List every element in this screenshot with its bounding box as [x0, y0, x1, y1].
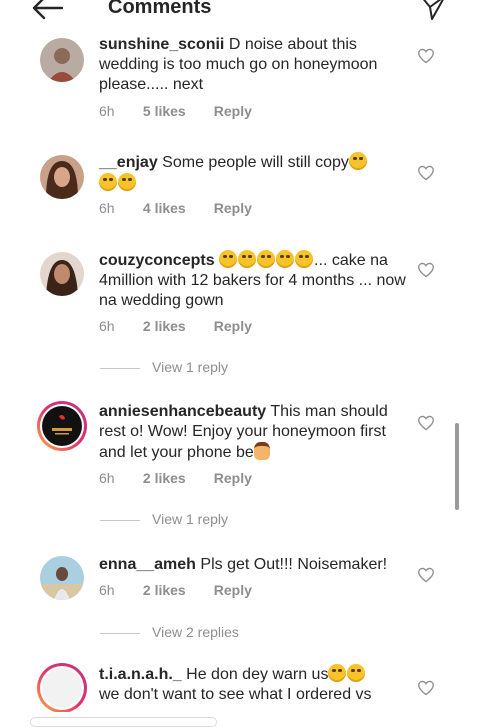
avatar[interactable] — [37, 401, 87, 451]
comment-username[interactable]: couzyconcepts — [99, 252, 215, 269]
comment-text: Some people will still copy — [162, 154, 349, 171]
comment-meta: 6h 2 likes Reply — [99, 470, 252, 486]
likes-count[interactable]: 4 likes — [143, 200, 210, 216]
comment-time: 6h — [99, 582, 115, 598]
avatar[interactable] — [40, 556, 84, 600]
comment-username[interactable]: t.i.a.n.a.h._ — [99, 666, 182, 683]
comment-meta: 6h 2 likes Reply — [99, 318, 252, 334]
avatar[interactable] — [40, 155, 84, 199]
heart-icon[interactable] — [417, 415, 435, 431]
tears-of-joy-emoji-icon — [295, 250, 314, 268]
reply-divider-line — [100, 367, 140, 369]
comment-username[interactable]: enna__ameh — [99, 556, 196, 573]
comment-text: Pls get Out!!! Noisemaker! — [200, 556, 388, 573]
reply-divider-line — [100, 632, 140, 634]
tears-of-joy-emoji-icon — [276, 250, 295, 268]
tears-of-joy-emoji-icon — [118, 173, 136, 191]
view-replies-link[interactable]: View 1 reply — [100, 511, 228, 531]
reply-button[interactable]: Reply — [214, 470, 252, 486]
likes-count[interactable]: 2 likes — [143, 318, 210, 334]
view-replies-link[interactable]: View 2 replies — [100, 624, 239, 644]
heart-icon[interactable] — [417, 48, 435, 64]
reply-button[interactable]: Reply — [214, 318, 252, 334]
comment-meta: 6h 2 likes Reply — [99, 582, 252, 598]
comment-input-pill[interactable] — [30, 717, 217, 727]
tears-of-joy-emoji-icon — [219, 250, 238, 268]
tears-of-joy-emoji-icon — [257, 250, 276, 268]
comment-text-line2: we don't want to see what I ordered vs — [99, 686, 372, 703]
view-replies-label: View 1 reply — [152, 511, 229, 527]
likes-count[interactable]: 2 likes — [143, 470, 210, 486]
heart-icon[interactable] — [417, 567, 435, 583]
reply-button[interactable]: Reply — [214, 582, 252, 598]
tears-of-joy-emoji-icon — [328, 664, 347, 682]
heart-icon[interactable] — [417, 165, 435, 181]
reply-button[interactable]: Reply — [214, 200, 252, 216]
comment-username[interactable]: anniesenhancebeauty — [99, 403, 266, 420]
comment-time: 6h — [99, 470, 115, 486]
likes-count[interactable]: 2 likes — [143, 582, 210, 598]
scrollbar[interactable] — [455, 423, 459, 510]
page-title: Comments — [108, 0, 212, 18]
avatar[interactable] — [40, 38, 84, 82]
avatar[interactable] — [40, 252, 84, 296]
reply-divider-line — [100, 519, 140, 521]
comments-list: sunshine_sconii D noise about this weddi… — [0, 0, 480, 722]
comment-username[interactable]: __enjay — [99, 154, 158, 171]
tears-of-joy-emoji-icon — [347, 664, 366, 682]
comment-time: 6h — [99, 200, 115, 216]
heart-icon[interactable] — [417, 680, 435, 696]
comment-time: 6h — [99, 318, 115, 334]
comment-meta: 6h 4 likes Reply — [99, 200, 252, 216]
comments-header: Comments — [0, 0, 480, 22]
comment-time: 6h — [99, 103, 115, 119]
view-replies-label: View 2 replies — [152, 624, 239, 640]
paper-plane-icon[interactable] — [418, 0, 448, 22]
reply-button[interactable]: Reply — [214, 103, 252, 119]
comment-meta: 6h 5 likes Reply — [99, 103, 252, 119]
comment-text: He don dey warn us — [186, 666, 329, 683]
arrow-left-icon[interactable] — [30, 0, 66, 22]
tears-of-joy-emoji-icon — [348, 152, 367, 170]
likes-count[interactable]: 5 likes — [143, 103, 210, 119]
tears-of-joy-emoji-icon — [238, 250, 257, 268]
woman-facepalming-emoji-icon — [253, 442, 270, 460]
view-replies-label: View 1 reply — [152, 359, 229, 375]
comment-username[interactable]: sunshine_sconii — [99, 36, 224, 53]
avatar[interactable] — [37, 663, 87, 713]
view-replies-link[interactable]: View 1 reply — [100, 359, 228, 379]
heart-icon[interactable] — [417, 262, 435, 278]
tears-of-joy-emoji-icon — [99, 173, 117, 191]
